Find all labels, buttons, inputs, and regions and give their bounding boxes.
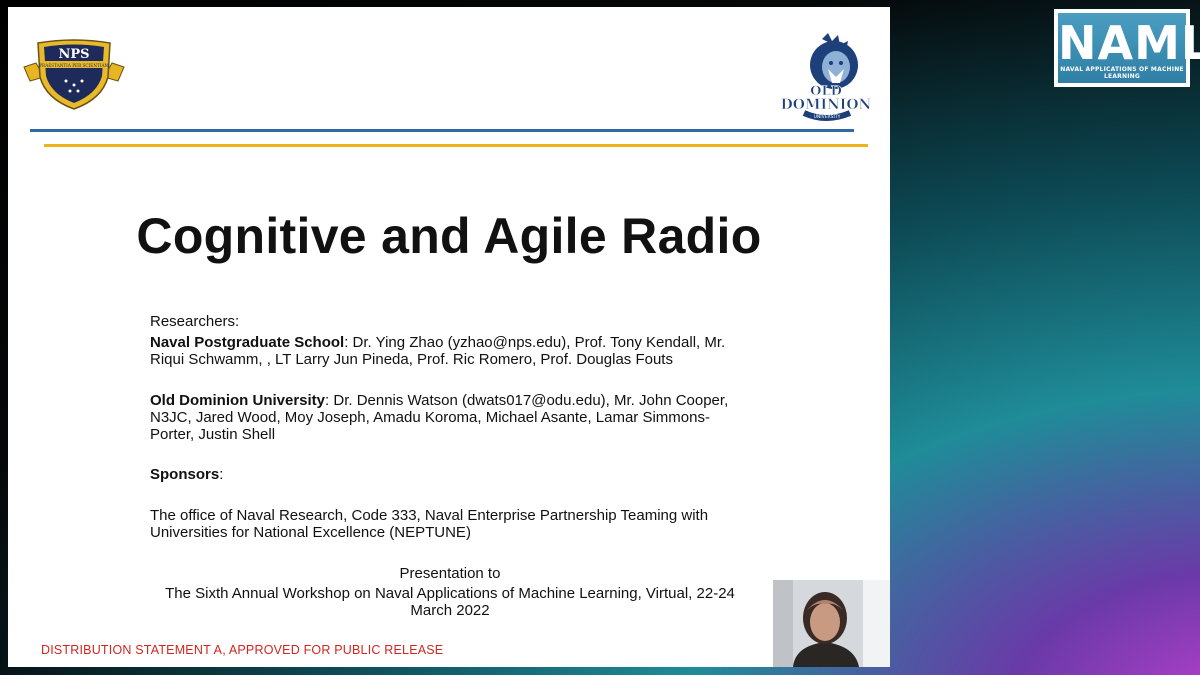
svg-text:UNIVERSITY: UNIVERSITY [814, 114, 841, 120]
naml-logo: NAML NAVAL APPLICATIONS OF MACHINE LEARN… [1054, 9, 1200, 87]
slide-title: Cognitive and Agile Radio [136, 208, 762, 264]
nps-logo: NPS PRAESTANTIA PER SCIENTIAM [23, 39, 125, 110]
svg-text:DOMINION: DOMINION [781, 97, 872, 113]
nps-logo-text: NPS [58, 47, 89, 62]
naml-logo-subtitle: NAVAL APPLICATIONS OF MACHINE LEARNING [1060, 66, 1184, 80]
odu-researchers: Old Dominion University: Dr. Dennis Wats… [150, 392, 729, 443]
sponsors-heading: Sponsors: [150, 466, 224, 483]
sponsors-text: The office of Naval Research, Code 333, … [150, 507, 709, 541]
naml-logo-letters: NAML [1058, 16, 1200, 70]
odu-logo: OLD DOMINION UNIVERSITY [780, 33, 872, 121]
distribution-statement: DISTRIBUTION STATEMENT A, APPROVED FOR P… [41, 643, 444, 657]
nps-org-name: Naval Postgraduate School [150, 334, 345, 351]
speaker-video-frame [773, 580, 890, 667]
researchers-heading: Researchers: [150, 313, 240, 330]
speaker-webcam[interactable] [773, 580, 890, 667]
presentation-slide: NPS PRAESTANTIA PER SCIENTIAM OLD DOMINI… [8, 7, 890, 667]
svg-text:PRAESTANTIA PER SCIENTIAM: PRAESTANTIA PER SCIENTIAM [39, 63, 109, 68]
header-rule-blue [30, 129, 854, 132]
odu-org-name: Old Dominion University [150, 392, 326, 409]
header-rule-gold [44, 144, 868, 147]
nps-researchers: Naval Postgraduate School: Dr. Ying Zhao… [150, 334, 726, 368]
presentation-info: Presentation to The Sixth Annual Worksho… [165, 565, 735, 619]
